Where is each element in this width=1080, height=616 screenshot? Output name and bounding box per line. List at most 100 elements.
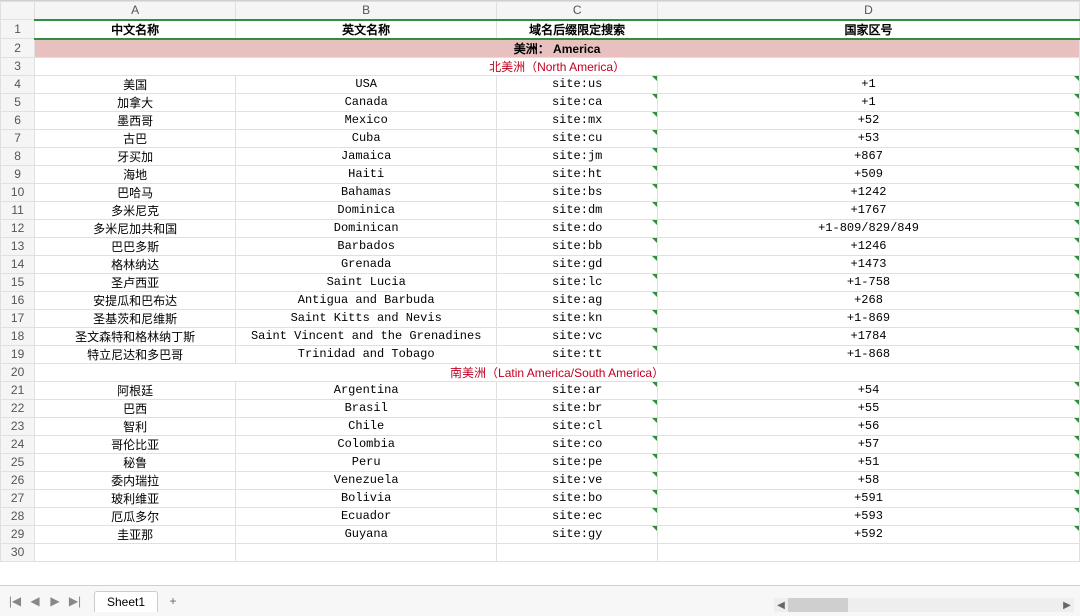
cell-en[interactable]: Antigua and Barbuda [236,291,497,309]
cell-cn[interactable]: 牙买加 [35,147,236,165]
cell-site[interactable] [497,543,658,561]
cell-cn[interactable]: 美国 [35,75,236,93]
cell-en[interactable]: Guyana [236,525,497,543]
row-header[interactable]: 11 [1,201,35,219]
col-title-code[interactable]: 国家区号 [658,20,1080,39]
row-header[interactable]: 3 [1,57,35,75]
row-header[interactable]: 28 [1,507,35,525]
cell-code[interactable]: +56 [658,417,1080,435]
cell-cn[interactable]: 智利 [35,417,236,435]
cell-site[interactable]: site:ag [497,291,658,309]
cell-code[interactable]: +593 [658,507,1080,525]
region-na-label[interactable]: 北美洲（North America） [35,57,1080,75]
cell-cn[interactable] [35,543,236,561]
cell-site[interactable]: site:cu [497,129,658,147]
cell-code[interactable]: +58 [658,471,1080,489]
col-header-D[interactable]: D [658,2,1080,20]
cell-site[interactable]: site:ec [497,507,658,525]
cell-cn[interactable]: 安提瓜和巴布达 [35,291,236,309]
cell-cn[interactable]: 巴巴多斯 [35,237,236,255]
row-header[interactable]: 13 [1,237,35,255]
cell-code[interactable]: +1767 [658,201,1080,219]
row-header[interactable]: 1 [1,20,35,39]
select-all-corner[interactable] [1,2,35,20]
cell-site[interactable]: site:dm [497,201,658,219]
cell-en[interactable]: Brasil [236,399,497,417]
cell-en[interactable]: Mexico [236,111,497,129]
cell-site[interactable]: site:ht [497,165,658,183]
hscroll-track[interactable] [788,598,1060,612]
cell-cn[interactable]: 墨西哥 [35,111,236,129]
cell-code[interactable]: +591 [658,489,1080,507]
cell-code[interactable]: +1-809/829/849 [658,219,1080,237]
cell-site[interactable]: site:do [497,219,658,237]
sheet-nav-prev[interactable]: ◀ [26,592,44,610]
cell-en[interactable]: Barbados [236,237,497,255]
row-header[interactable]: 7 [1,129,35,147]
cell-code[interactable] [658,543,1080,561]
cell-en[interactable]: Venezuela [236,471,497,489]
cell-en[interactable]: Grenada [236,255,497,273]
cell-code[interactable]: +1 [658,93,1080,111]
row-header[interactable]: 17 [1,309,35,327]
cell-cn[interactable]: 特立尼达和多巴哥 [35,345,236,363]
col-title-site[interactable]: 域名后缀限定搜索 [497,20,658,39]
row-header[interactable]: 26 [1,471,35,489]
cell-code[interactable]: +509 [658,165,1080,183]
cell-code[interactable]: +592 [658,525,1080,543]
row-header[interactable]: 2 [1,39,35,58]
cell-cn[interactable]: 圣基茨和尼维斯 [35,309,236,327]
col-header-C[interactable]: C [497,2,658,20]
cell-code[interactable]: +1-868 [658,345,1080,363]
cell-en[interactable] [236,543,497,561]
cell-site[interactable]: site:bb [497,237,658,255]
cell-en[interactable]: USA [236,75,497,93]
cell-cn[interactable]: 圭亚那 [35,525,236,543]
cell-en[interactable]: Peru [236,453,497,471]
cell-code[interactable]: +1 [658,75,1080,93]
cell-en[interactable]: Dominica [236,201,497,219]
cell-en[interactable]: Bahamas [236,183,497,201]
row-header[interactable]: 12 [1,219,35,237]
row-header[interactable]: 18 [1,327,35,345]
col-header-B[interactable]: B [236,2,497,20]
cell-site[interactable]: site:vc [497,327,658,345]
row-header[interactable]: 22 [1,399,35,417]
cell-code[interactable]: +51 [658,453,1080,471]
cell-site[interactable]: site:ar [497,381,658,399]
cell-code[interactable]: +52 [658,111,1080,129]
col-title-en[interactable]: 英文名称 [236,20,497,39]
row-header[interactable]: 15 [1,273,35,291]
cell-cn[interactable]: 格林纳达 [35,255,236,273]
row-header[interactable]: 27 [1,489,35,507]
cell-en[interactable]: Saint Vincent and the Grenadines [236,327,497,345]
horizontal-scrollbar[interactable]: ◀ ▶ [774,598,1074,612]
cell-cn[interactable]: 巴哈马 [35,183,236,201]
cell-code[interactable]: +1-869 [658,309,1080,327]
add-sheet-button[interactable]: + [164,592,182,610]
cell-en[interactable]: Ecuador [236,507,497,525]
cell-en[interactable]: Cuba [236,129,497,147]
grid-area[interactable]: A B C D 1中文名称英文名称域名后缀限定搜索国家区号2美洲： Americ… [0,1,1080,586]
cell-site[interactable]: site:ca [497,93,658,111]
cell-site[interactable]: site:gy [497,525,658,543]
cell-site[interactable]: site:br [497,399,658,417]
row-header[interactable]: 21 [1,381,35,399]
cell-cn[interactable]: 加拿大 [35,93,236,111]
cell-site[interactable]: site:pe [497,453,658,471]
row-header[interactable]: 5 [1,93,35,111]
cell-en[interactable]: Jamaica [236,147,497,165]
col-title-cn[interactable]: 中文名称 [35,20,236,39]
cell-site[interactable]: site:kn [497,309,658,327]
cell-site[interactable]: site:bo [497,489,658,507]
cell-en[interactable]: Colombia [236,435,497,453]
cell-code[interactable]: +867 [658,147,1080,165]
cell-en[interactable]: Dominican [236,219,497,237]
row-header[interactable]: 24 [1,435,35,453]
row-header[interactable]: 4 [1,75,35,93]
cell-code[interactable]: +1784 [658,327,1080,345]
cell-site[interactable]: site:jm [497,147,658,165]
hscroll-right[interactable]: ▶ [1060,598,1074,612]
sheet-tab-active[interactable]: Sheet1 [94,591,158,612]
cell-cn[interactable]: 海地 [35,165,236,183]
